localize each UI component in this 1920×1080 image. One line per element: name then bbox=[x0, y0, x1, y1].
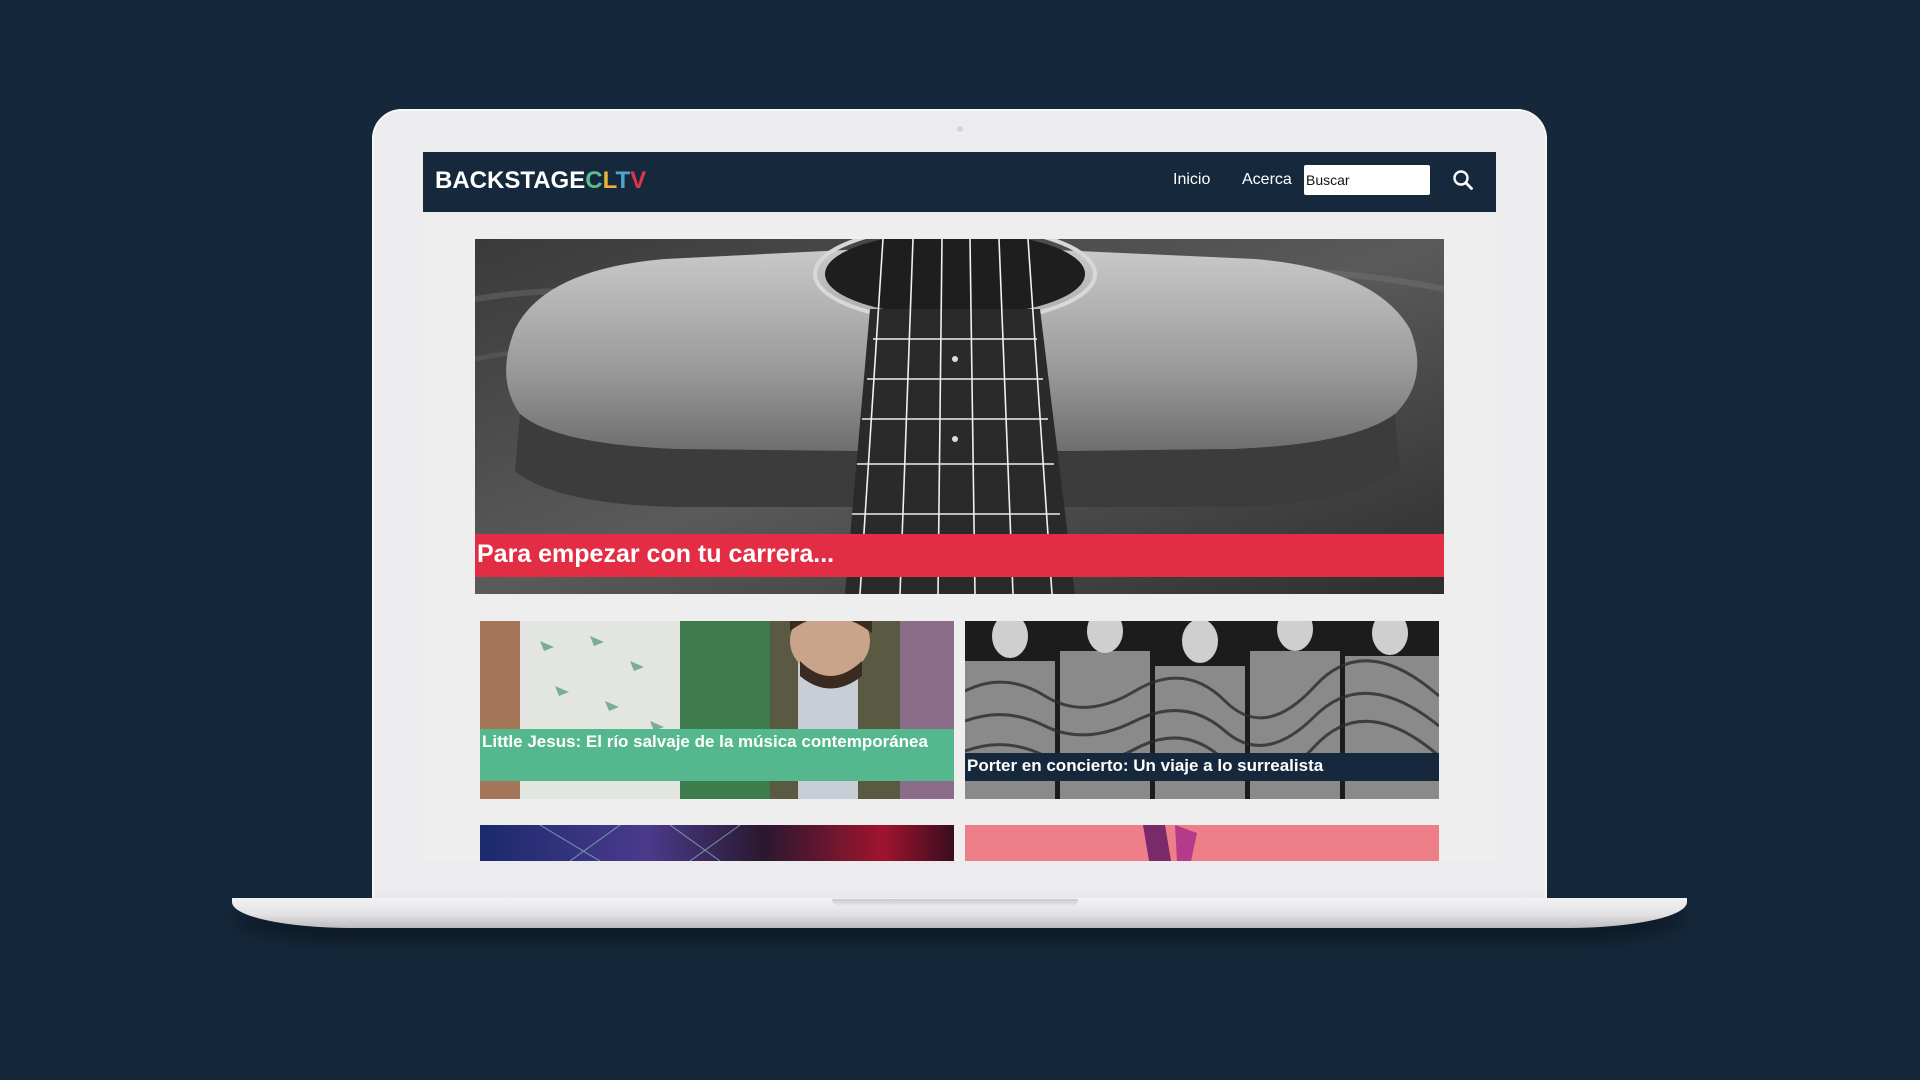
site-navbar: BACKSTAGECLTV Inicio Acerca bbox=[423, 152, 1496, 212]
nav-link-inicio[interactable]: Inicio bbox=[1173, 171, 1210, 189]
mockup-background: BACKSTAGECLTV Inicio Acerca Buscar Para … bbox=[0, 0, 1920, 1080]
article-title[interactable]: Little Jesus: El río salvaje de la músic… bbox=[480, 729, 954, 781]
search-icon[interactable] bbox=[1452, 169, 1474, 191]
camera-dot bbox=[957, 126, 963, 132]
logo-letter-v: V bbox=[630, 167, 647, 194]
logo-letter-t: T bbox=[615, 167, 631, 194]
article-card-little-jesus[interactable]: Little Jesus: El río salvaje de la músic… bbox=[480, 621, 954, 799]
logo-letter-l: L bbox=[602, 167, 616, 194]
laptop-screen: BACKSTAGECLTV Inicio Acerca Buscar Para … bbox=[423, 152, 1496, 861]
article-image-pink-poster bbox=[965, 825, 1439, 861]
logo-letter-c: C bbox=[585, 167, 603, 194]
nav-link-acerca[interactable]: Acerca bbox=[1242, 171, 1292, 189]
laptop-notch bbox=[832, 899, 1078, 906]
article-card-porter[interactable]: Porter en concierto: Un viaje a lo surre… bbox=[965, 621, 1439, 799]
article-card-concert[interactable] bbox=[480, 825, 954, 861]
site-logo[interactable]: BACKSTAGECLTV bbox=[435, 167, 646, 195]
article-image-stage-lights bbox=[480, 825, 954, 861]
article-title[interactable]: Porter en concierto: Un viaje a lo surre… bbox=[965, 753, 1439, 781]
logo-text: BACKSTAGE bbox=[435, 167, 586, 194]
article-card-pink[interactable] bbox=[965, 825, 1439, 861]
search-input[interactable] bbox=[1304, 165, 1430, 195]
hero-caption[interactable]: Para empezar con tu carrera... bbox=[475, 534, 1444, 577]
hero-banner[interactable]: Para empezar con tu carrera... bbox=[475, 239, 1444, 594]
